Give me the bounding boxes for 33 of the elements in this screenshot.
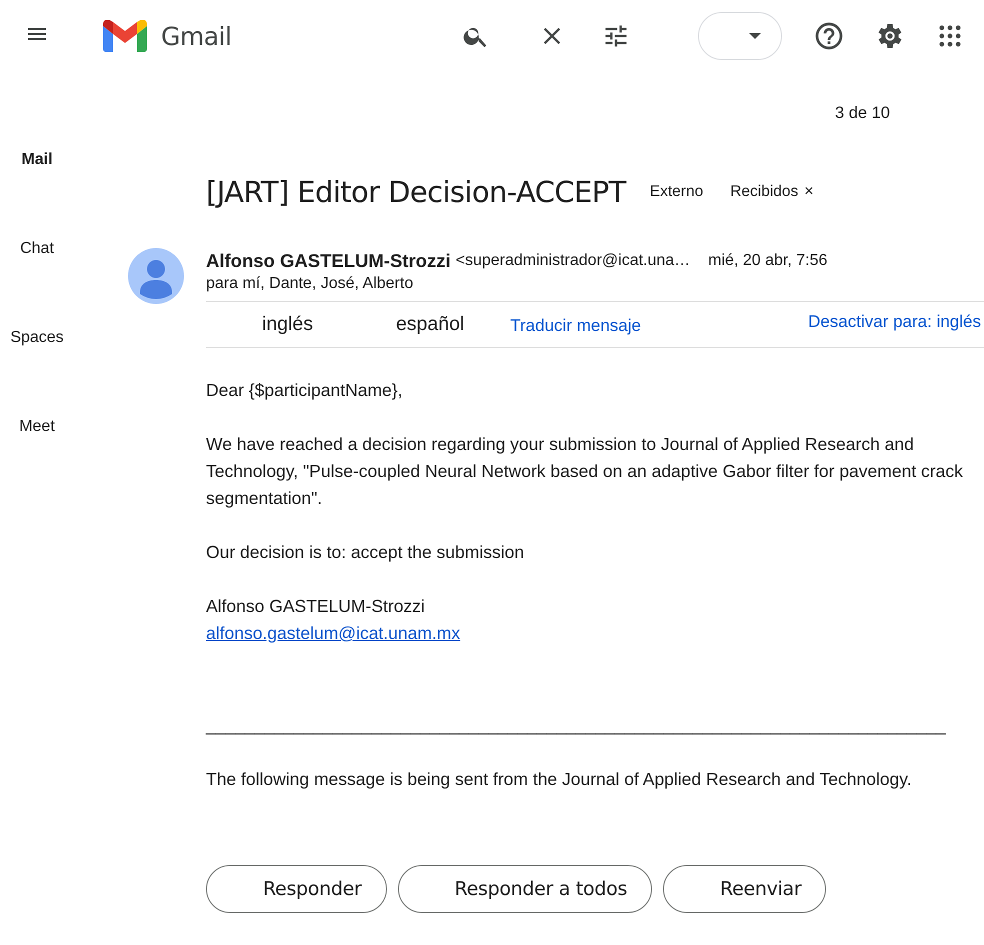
recipients[interactable]: para mí, Dante, José, Alberto [206, 275, 984, 297]
reply-button[interactable]: Responder [206, 865, 387, 913]
message-counter: 3 de 10 [834, 102, 891, 124]
nav-item[interactable]: Mail [21, 150, 53, 170]
caret-icon [749, 33, 761, 39]
app-name: Gmail [161, 22, 232, 50]
message-date: mié, 20 abr, 7:56 [708, 252, 828, 270]
help-icon[interactable] [813, 20, 845, 52]
nav-item[interactable]: Meet [19, 417, 55, 437]
body-paragraph: Dear {$participantName}, [206, 379, 404, 402]
message-subject: [JART] Editor Decision-ACCEPT [206, 175, 626, 209]
label-tag: Externo [650, 183, 704, 201]
email-link[interactable]: alfonso.gastelum@icat.unam.mx [206, 623, 460, 643]
reply-button[interactable]: Reenviar [663, 865, 826, 913]
sender-email: <superadministrador@icat.una… [456, 252, 690, 270]
disable-translation-link[interactable]: Desactivar para: inglés [808, 312, 981, 332]
body-paragraph: The following message is being sent from the Journal of Applied Research and Technology. [206, 768, 913, 791]
body-paragraph: Our decision is to: accept the submission [206, 541, 526, 564]
language-option[interactable]: español [396, 313, 464, 336]
sender-name: Alfonso GASTELUM-Strozzi [206, 250, 451, 272]
language-option[interactable]: inglés [262, 313, 313, 336]
body-paragraph: We have reached a decision regarding your submission to Journal of Applied Research and Technology, "Pulse-coupled Neural Network based on an adaptive Gabor filter for pavement crack segmentation". [206, 433, 964, 510]
reply-button[interactable]: Responder a todos [398, 865, 652, 913]
remove-label-button[interactable]: × [804, 183, 814, 201]
label-chip[interactable]: Recibidos × [730, 183, 814, 201]
gmail-logo-icon[interactable] [103, 20, 147, 52]
signature-separator: ____________________________________________________________________________ [206, 714, 947, 737]
avatar-icon[interactable] [128, 248, 184, 304]
signature-name: Alfonso GASTELUM-Strozzi [206, 595, 426, 618]
label-text: Recibidos [730, 183, 798, 201]
nav-item[interactable]: Spaces [10, 328, 64, 348]
nav-item[interactable]: Chat [20, 239, 54, 259]
translate-link[interactable]: Traducir mensaje [510, 316, 641, 336]
